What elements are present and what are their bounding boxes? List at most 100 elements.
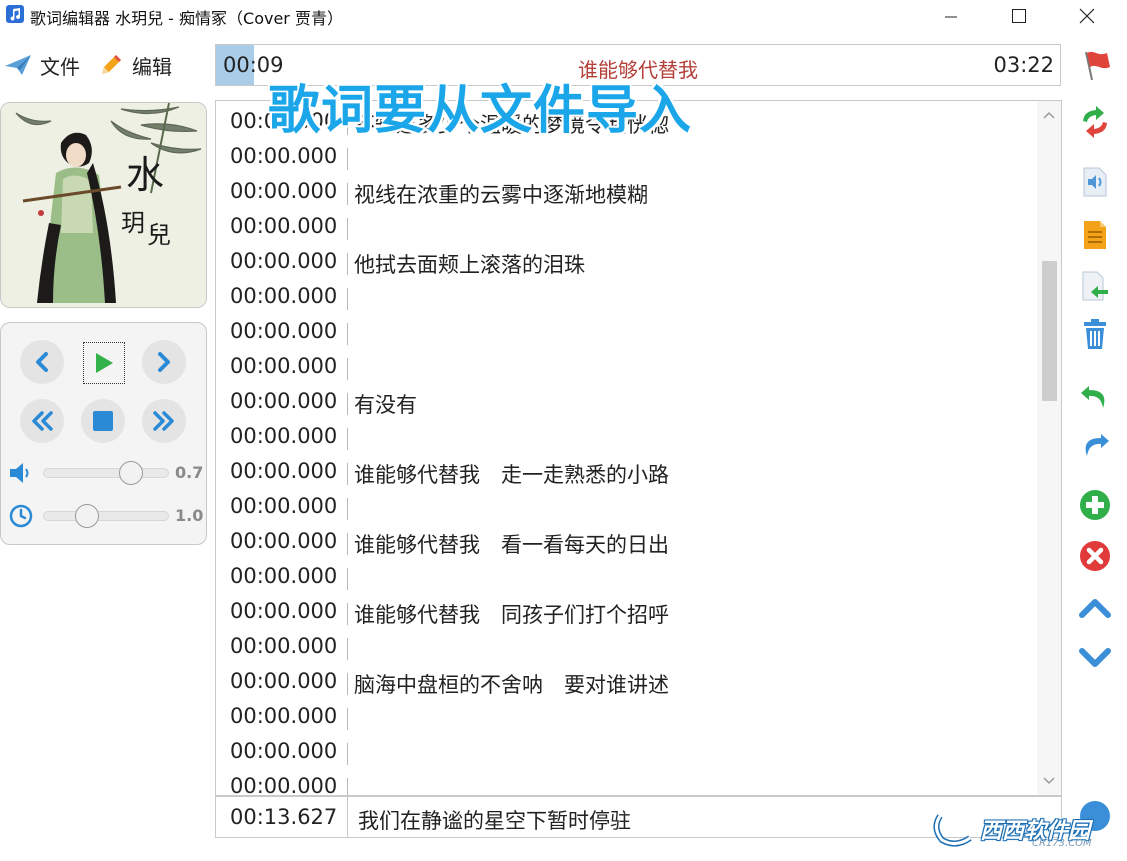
lyric-text: 有没有 — [354, 393, 417, 417]
lyric-divider — [347, 218, 348, 240]
edit-time-field[interactable]: 00:13.627 — [230, 805, 337, 829]
lyric-text: 谁能够代替我 同孩子们打个招呼 — [354, 603, 669, 627]
lyric-divider — [347, 323, 348, 345]
lyric-divider — [347, 183, 348, 205]
lyric-row[interactable]: 00:00.000 谁能够代替我 走一走熟悉的小路 — [216, 455, 1036, 490]
menu-edit[interactable]: 编辑 — [98, 50, 172, 80]
lyric-row[interactable]: 00:00.000 — [216, 735, 1036, 770]
app-music-icon — [6, 5, 24, 23]
volume-slider[interactable] — [43, 468, 169, 478]
clock-icon — [9, 504, 33, 528]
lyric-divider — [347, 393, 348, 415]
svg-text:水: 水 — [126, 153, 164, 197]
lyric-divider — [347, 603, 348, 625]
move-up-button[interactable] — [1077, 590, 1113, 626]
redo-button[interactable] — [1077, 426, 1113, 462]
stop-icon — [93, 411, 113, 431]
redo-icon — [1085, 434, 1109, 456]
lyric-row[interactable]: 00:00.000 — [216, 210, 1036, 245]
lyric-time: 00:00.000 — [230, 179, 338, 203]
move-down-button[interactable] — [1077, 640, 1113, 676]
scroll-down-arrow-icon[interactable] — [1043, 777, 1055, 785]
svg-text:兒: 兒 — [147, 221, 171, 249]
menu-file[interactable]: 文件 — [4, 50, 80, 80]
lyric-row[interactable]: 00:00.000 谁能够代替我 同孩子们打个招呼 — [216, 595, 1036, 630]
album-art-image: 水 玥 兒 — [1, 103, 206, 307]
play-icon — [96, 353, 113, 373]
lyric-row[interactable]: 00:00.000 — [216, 700, 1036, 735]
delete-all-button[interactable] — [1077, 316, 1113, 352]
lyric-row[interactable]: 00:00.000 脑海中盘桓的不舍呐 要对谁讲述 — [216, 665, 1036, 700]
volume-slider-thumb[interactable] — [119, 461, 143, 485]
rewind-button[interactable] — [20, 399, 64, 443]
lyric-text: 他拭去面颊上滚落的泪珠 — [354, 253, 585, 277]
lyric-time: 00:00.000 — [230, 249, 338, 273]
maximize-button[interactable] — [996, 0, 1042, 32]
trash-icon — [1084, 319, 1106, 349]
lyric-divider — [347, 148, 348, 170]
previous-line-button[interactable] — [20, 340, 64, 384]
document-icon — [1084, 221, 1106, 249]
svg-text:玥: 玥 — [121, 209, 145, 237]
album-cover: 水 玥 兒 — [0, 102, 207, 308]
overlay-caption: 歌词要从文件导入 — [268, 81, 693, 141]
delete-line-button[interactable] — [1077, 538, 1113, 574]
lyric-divider — [347, 253, 348, 275]
document-button[interactable] — [1077, 217, 1113, 253]
lyric-divider — [347, 708, 348, 730]
speed-slider[interactable] — [43, 511, 169, 521]
lyric-row[interactable]: 00:00.000 谁能够代替我 看一看每天的日出 — [216, 525, 1036, 560]
lyric-time: 00:00.000 — [230, 319, 338, 343]
add-line-button[interactable] — [1077, 487, 1113, 523]
lyric-divider — [347, 428, 348, 450]
volume-icon — [10, 463, 29, 483]
lyric-row[interactable]: 00:00.000 有没有 — [216, 385, 1036, 420]
pencil-icon — [102, 55, 121, 74]
lyrics-list[interactable]: 00:00.000 00:00.000 00:00.000 00:00.000 脑海中盘… — [215, 100, 1062, 796]
edit-lyric-field[interactable]: 我们在静谧的星空下暂时停驻 — [358, 805, 631, 835]
lyric-row[interactable]: 00:00.000 — [216, 315, 1036, 350]
lyric-row[interactable]: 00:00.000 — [216, 630, 1036, 665]
stop-button[interactable] — [81, 399, 125, 443]
flag-button[interactable] — [1080, 48, 1114, 82]
refresh-button[interactable] — [1077, 104, 1113, 140]
lyric-time: 00:00.000 — [230, 214, 338, 238]
minimize-button[interactable] — [928, 0, 974, 32]
lyric-text: 脑海中盘桓的不舍呐 要对谁讲述 — [354, 673, 669, 697]
lyric-time: 00:00.000 — [230, 564, 338, 588]
scrollbar-thumb[interactable] — [1042, 261, 1057, 401]
refresh-icon — [1083, 106, 1107, 138]
minimize-icon — [945, 16, 957, 18]
lyric-row[interactable]: 00:00.000 视线在浓重的云雾中逐渐地模糊 — [216, 175, 1036, 210]
lyric-time: 00:00.000 — [230, 424, 338, 448]
import-file-button[interactable] — [1077, 268, 1113, 304]
lyric-divider — [347, 533, 348, 555]
scroll-up-arrow-icon[interactable] — [1043, 111, 1055, 119]
fast-forward-button[interactable] — [142, 399, 186, 443]
play-button[interactable] — [83, 342, 125, 384]
speed-slider-thumb[interactable] — [75, 504, 99, 528]
lyric-row[interactable]: 00:00.000 — [216, 420, 1036, 455]
lyric-divider — [347, 568, 348, 590]
lyric-row[interactable]: 00:00.000 — [216, 140, 1036, 175]
lyric-divider — [347, 743, 348, 765]
close-button[interactable] — [1064, 0, 1110, 32]
lyrics-scrollbar[interactable] — [1037, 101, 1061, 795]
move-down-icon — [1079, 648, 1111, 667]
lyric-row[interactable]: 00:00.000 他拭去面颊上滚落的泪珠 — [216, 245, 1036, 280]
lyric-time: 00:00.000 — [230, 389, 338, 413]
chevron-left-icon — [36, 352, 48, 372]
lyric-row[interactable]: 00:00.000 — [216, 770, 1036, 795]
next-line-button[interactable] — [142, 340, 186, 384]
undo-button[interactable] — [1077, 378, 1113, 414]
lyric-row[interactable]: 00:00.000 — [216, 280, 1036, 315]
add-icon — [1080, 490, 1110, 520]
move-up-icon — [1079, 599, 1111, 618]
lyric-row[interactable]: 00:00.000 — [216, 350, 1036, 385]
lyric-divider — [347, 463, 348, 485]
lyric-row[interactable]: 00:00.000 — [216, 490, 1036, 525]
lyric-text: 谁能够代替我 看一看每天的日出 — [354, 533, 669, 557]
lyric-row[interactable]: 00:00.000 — [216, 560, 1036, 595]
send-icon — [5, 55, 31, 75]
audio-file-button[interactable] — [1077, 164, 1113, 200]
